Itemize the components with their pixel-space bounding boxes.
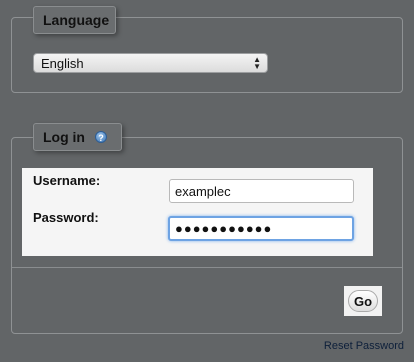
language-select-value: English	[41, 55, 84, 71]
password-label: Password:	[33, 210, 99, 225]
help-icon[interactable]: ?	[95, 131, 107, 143]
language-legend: Language	[33, 6, 116, 34]
login-legend-label: Log in	[43, 129, 85, 145]
login-legend: Log in ?	[33, 123, 122, 151]
go-button-frame: Go	[344, 286, 382, 316]
select-arrows-icon: ▲ ▼	[253, 55, 261, 71]
reset-password-link[interactable]: Reset Password	[324, 340, 404, 352]
username-input[interactable]	[169, 179, 354, 203]
password-input[interactable]	[168, 216, 354, 241]
language-select[interactable]: English ▲ ▼	[33, 53, 268, 73]
username-label: Username:	[33, 173, 101, 188]
language-legend-label: Language	[43, 12, 110, 28]
login-divider	[12, 267, 402, 268]
go-button-label: Go	[353, 293, 373, 309]
go-button[interactable]: Go	[348, 290, 378, 312]
